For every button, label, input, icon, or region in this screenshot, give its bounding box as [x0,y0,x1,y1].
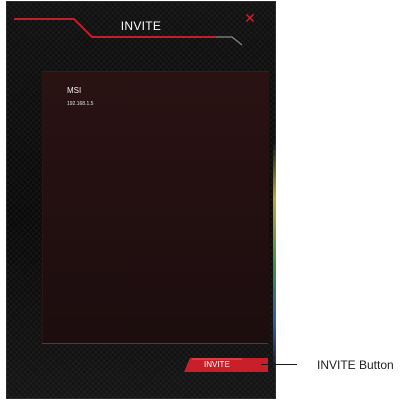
callout-line [261,364,297,365]
invite-dialog: INVITE ✕ MSI 192.168.1.5 INVITE [6,1,276,399]
dialog-title: INVITE [120,19,162,33]
device-name[interactable]: MSI [67,86,81,95]
invite-button[interactable]: INVITE [182,356,268,374]
invite-button-label: INVITE [204,360,230,369]
device-ip: 192.168.1.5 [67,101,94,107]
device-list-panel: MSI 192.168.1.5 [42,71,269,344]
close-icon[interactable]: ✕ [244,11,256,25]
callout-label: INVITE Button [317,358,394,372]
edge-glow [273,141,276,371]
panel-divider [42,343,268,344]
